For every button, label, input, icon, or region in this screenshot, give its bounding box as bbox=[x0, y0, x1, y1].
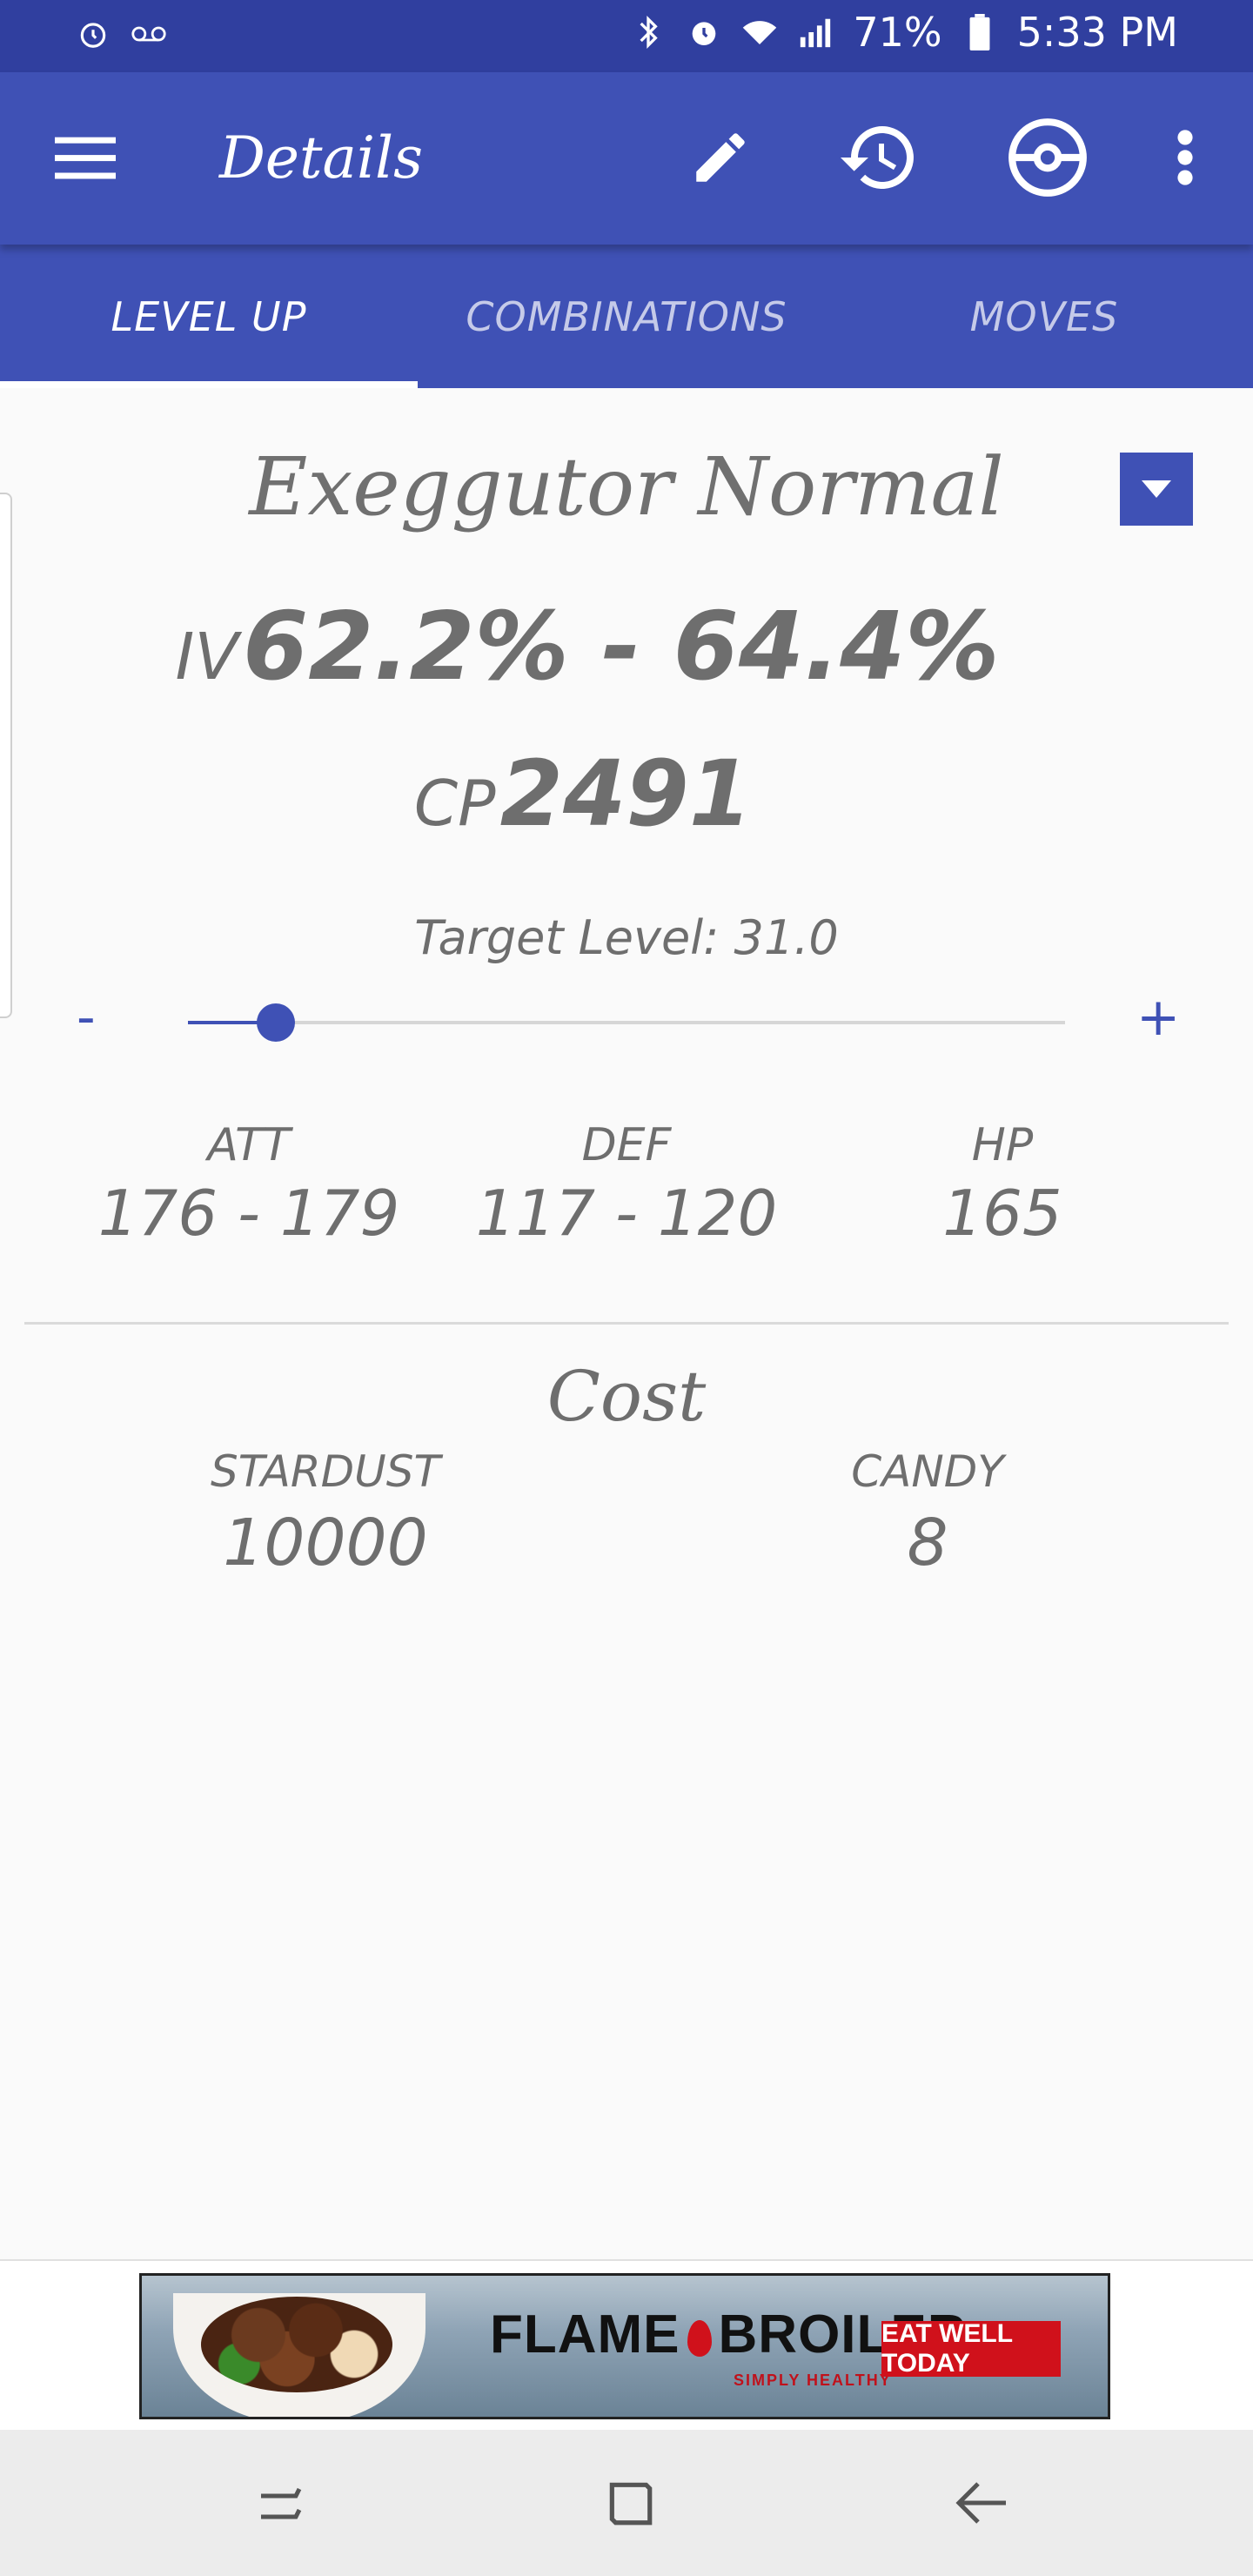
candy-value: 8 bbox=[907, 1506, 948, 1580]
stardust-value: 10000 bbox=[223, 1506, 428, 1580]
level-decrease-button[interactable]: - bbox=[77, 987, 96, 1048]
hp-label: HP bbox=[971, 1119, 1034, 1171]
battery-percent: 71% bbox=[853, 9, 942, 56]
dropdown-arrow-icon bbox=[1142, 480, 1171, 498]
wifi-icon bbox=[741, 14, 778, 50]
back-button[interactable] bbox=[947, 2468, 1016, 2538]
ad-food-image bbox=[201, 2297, 392, 2392]
status-bar: 71% 5:33 PM bbox=[0, 0, 1253, 72]
home-button[interactable] bbox=[595, 2468, 665, 2538]
ad-container: FLAME BROILER SIMPLY HEALTHY EAT WELL TOD… bbox=[0, 2259, 1253, 2432]
alarm-clock-icon bbox=[686, 14, 722, 50]
system-nav-bar bbox=[0, 2430, 1253, 2576]
tab-bar: LEVEL UP COMBINATIONS MOVES bbox=[0, 245, 1253, 388]
clock: 5:33 PM bbox=[1016, 9, 1178, 56]
recent-apps-button[interactable] bbox=[245, 2468, 315, 2538]
page-title: Details bbox=[219, 124, 423, 191]
defense-value: 117 - 120 bbox=[475, 1177, 778, 1250]
level-slider[interactable] bbox=[188, 1003, 1065, 1042]
cost-title: Cost bbox=[546, 1356, 707, 1437]
ad-cta[interactable]: EAT WELL TODAY bbox=[881, 2319, 1061, 2378]
stardust-label: STARDUST bbox=[210, 1446, 440, 1497]
tab-moves[interactable]: MOVES bbox=[835, 245, 1253, 388]
defense-label: DEF bbox=[581, 1119, 672, 1171]
cp-display: CP 2491 bbox=[0, 741, 1166, 847]
bluetooth-icon bbox=[630, 14, 667, 50]
overflow-menu-button[interactable] bbox=[1142, 112, 1229, 203]
defense-stat: DEF 117 - 120 bbox=[452, 1119, 801, 1250]
tab-level-up[interactable]: LEVEL UP bbox=[0, 245, 418, 388]
history-icon bbox=[841, 126, 914, 189]
stardust-cost: STARDUST 10000 bbox=[143, 1446, 508, 1580]
tab-combinations[interactable]: COMBINATIONS bbox=[418, 245, 835, 388]
pokemon-dropdown-button[interactable] bbox=[1120, 453, 1193, 526]
cp-label: CP bbox=[413, 767, 496, 840]
more-vert-icon bbox=[1177, 130, 1193, 185]
flame-icon bbox=[687, 2319, 712, 2357]
pokemon-name: Exeggutor Normal bbox=[249, 440, 1004, 533]
voicemail-icon bbox=[131, 16, 167, 52]
candy-label: CANDY bbox=[851, 1446, 1004, 1497]
back-arrow-icon bbox=[955, 2482, 1006, 2524]
attack-stat: ATT 176 - 179 bbox=[75, 1119, 423, 1250]
stats-row: ATT 176 - 179 DEF 117 - 120 HP 165 bbox=[0, 1119, 1253, 1276]
candy-cost: CANDY 8 bbox=[745, 1446, 1110, 1580]
level-up-panel: Exeggutor Normal IV 62.2% - 64.4% CP 249… bbox=[0, 388, 1253, 2259]
menu-button[interactable] bbox=[40, 112, 131, 203]
cp-value: 2491 bbox=[499, 741, 753, 847]
signal-icon bbox=[797, 14, 834, 50]
ad-banner[interactable]: FLAME BROILER SIMPLY HEALTHY EAT WELL TOD… bbox=[139, 2273, 1110, 2419]
app-bar: Details bbox=[0, 72, 1253, 245]
level-increase-button[interactable]: + bbox=[1136, 987, 1180, 1048]
ad-brand-left: FLAME bbox=[490, 2304, 680, 2365]
divider bbox=[24, 1322, 1229, 1325]
attack-value: 176 - 179 bbox=[97, 1177, 400, 1250]
attack-label: ATT bbox=[207, 1119, 291, 1171]
battery-icon bbox=[962, 14, 998, 50]
recent-apps-icon bbox=[261, 2487, 302, 2519]
iv-value: 62.2% - 64.4% bbox=[243, 593, 1000, 701]
home-icon bbox=[609, 2482, 653, 2526]
hp-value: 165 bbox=[942, 1177, 1062, 1250]
level-slider-thumb[interactable] bbox=[256, 1003, 295, 1042]
hamburger-icon bbox=[55, 137, 116, 179]
pencil-icon bbox=[696, 133, 745, 182]
iv-range: IV 62.2% - 64.4% bbox=[0, 593, 1175, 701]
iv-label: IV bbox=[175, 620, 238, 694]
history-button[interactable] bbox=[834, 112, 924, 203]
edit-button[interactable] bbox=[675, 112, 766, 203]
hp-stat: HP 165 bbox=[828, 1119, 1176, 1250]
alarm-icon bbox=[75, 16, 111, 52]
pokeball-icon bbox=[1008, 118, 1087, 197]
pokeball-button[interactable] bbox=[1002, 112, 1093, 203]
ad-tagline: SIMPLY HEALTHY bbox=[734, 2371, 892, 2389]
target-level-label: Target Level: 31.0 bbox=[414, 910, 839, 965]
